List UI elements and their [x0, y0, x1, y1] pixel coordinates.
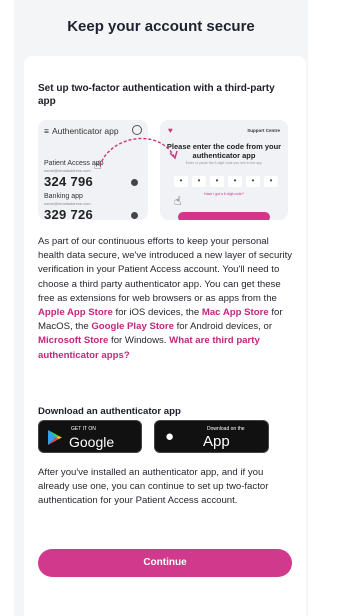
google-play-small-text: GET IT ON — [71, 426, 96, 432]
setup-card: Set up two-factor authentication with a … — [24, 56, 306, 616]
mac-app-store-link[interactable]: Mac App Store — [202, 307, 269, 318]
pointer-hand-icon: ☝ — [174, 194, 182, 208]
apple-app-store-link[interactable]: Apple App Store — [38, 307, 113, 318]
page-title: Keep your account secure — [67, 18, 255, 35]
intro-text: for Windows. — [108, 335, 170, 347]
app-store-big-text: App Store — [203, 433, 239, 467]
pointer-hand-icon: ☝ — [94, 158, 102, 172]
intro-text: for iOS devices, the — [112, 307, 202, 319]
microsoft-store-link[interactable]: Microsoft Store — [38, 335, 108, 346]
google-play-icon — [48, 430, 62, 445]
copy-arrow-icon — [99, 137, 178, 167]
google-play-store-link[interactable]: Google Play Store — [91, 321, 174, 332]
download-label: Download an authenticator app — [38, 406, 181, 417]
intro-text: for Android devices, or — [173, 321, 273, 333]
card-heading: Set up two-factor authentication with a … — [38, 83, 275, 107]
app-store-button[interactable]: ● Download on the App Store — [154, 420, 269, 467]
google-play-button[interactable]: GET IT ON Google Play — [38, 420, 142, 466]
illustration: ≡ Authenticator app Patient Access app na… — [38, 120, 288, 220]
intro-paragraph: As part of our continuous efforts to kee… — [38, 235, 294, 363]
app-store-small-text: Download on the — [207, 426, 245, 432]
intro-text: As part of our continuous efforts to kee… — [38, 236, 293, 304]
google-play-big-text: Google Play — [69, 434, 115, 466]
after-install-paragraph: After you've installed an authenticator … — [38, 467, 269, 507]
apple-icon: ● — [165, 428, 175, 445]
continue-button[interactable]: Continue — [38, 549, 292, 577]
